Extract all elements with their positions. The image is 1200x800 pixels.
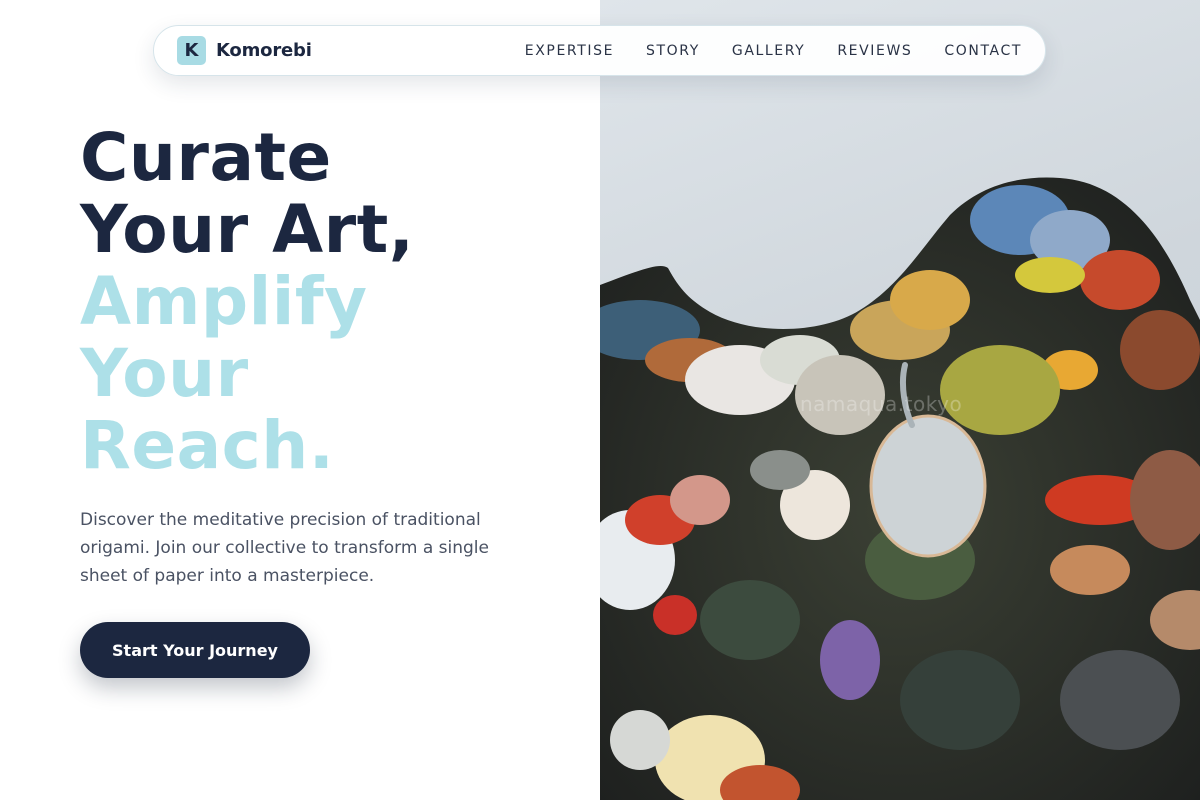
nav-link-reviews[interactable]: REVIEWS [837,43,912,59]
headline-line-your: Your [80,335,249,412]
headline-line-curate: Curate [80,119,332,196]
brand-mark-icon: K [177,36,206,65]
headline-line-your-art: Your Art, [80,191,415,268]
hero-description: Discover the meditative precision of tra… [80,510,489,586]
top-navigation: K Komorebi EXPERTISE STORY GALLERY REVIE… [153,25,1046,76]
hero-headline: Curate Your Art, Amplify Your Reach. [80,122,580,482]
brand-logo[interactable]: K Komorebi [177,36,312,65]
headline-line-reach: Reach. [80,407,335,484]
nav-link-contact[interactable]: CONTACT [944,43,1022,59]
brand-name: Komorebi [216,40,312,61]
nav-link-expertise[interactable]: EXPERTISE [525,43,614,59]
nav-link-story[interactable]: STORY [646,43,700,59]
hero-section: Curate Your Art, Amplify Your Reach. [80,122,580,482]
image-watermark: namaqua.tokyo [800,392,963,416]
nav-links: EXPERTISE STORY GALLERY REVIEWS CONTACT [525,43,1022,59]
headline-line-amplify: Amplify [80,263,368,340]
start-journey-button[interactable]: Start Your Journey [80,622,310,678]
nav-link-gallery[interactable]: GALLERY [732,43,805,59]
